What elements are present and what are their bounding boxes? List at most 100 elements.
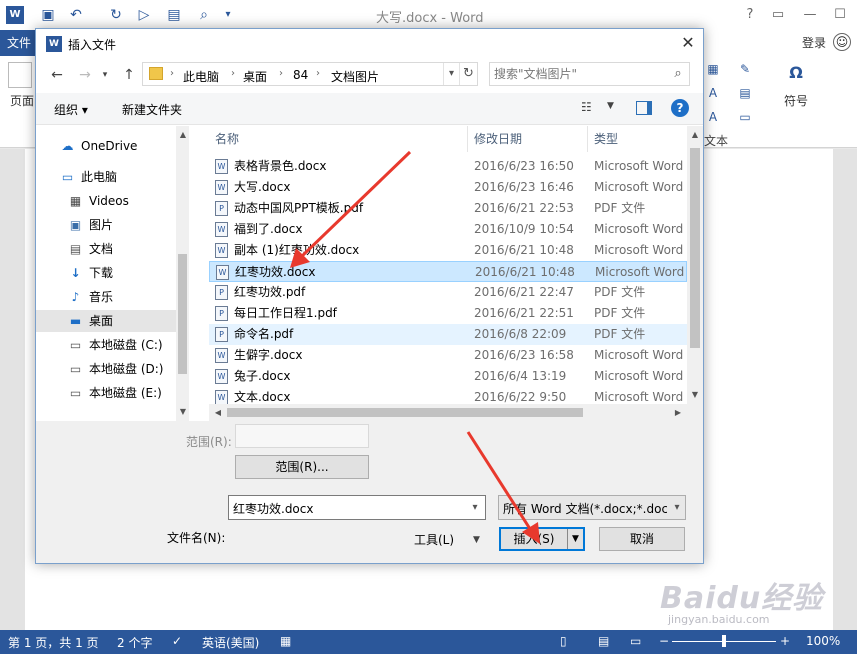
address-bar[interactable]: › 此电脑 › 桌面 › 84 › 文档图片 ▾ ↻: [142, 62, 478, 86]
quick-parts-icon[interactable]: ▦: [704, 60, 722, 78]
tools-button[interactable]: 工具(L): [414, 529, 466, 551]
chevron-right-icon[interactable]: ›: [279, 68, 283, 79]
zoom-thumb[interactable]: [722, 635, 726, 647]
back-icon[interactable]: ←: [48, 66, 66, 84]
nav-item-pictures[interactable]: ▣ 图片: [36, 214, 176, 236]
proofing-icon[interactable]: ✓: [172, 634, 182, 648]
refresh-icon[interactable]: ↻: [459, 63, 477, 85]
touch-mode-icon[interactable]: ▷: [134, 5, 154, 25]
breadcrumb-item[interactable]: 文档图片: [331, 68, 379, 85]
symbol-icon[interactable]: Ω: [783, 60, 809, 86]
nav-item-drive-c[interactable]: ▭ 本地磁盘 (C:): [36, 334, 176, 356]
insert-button-label[interactable]: 插入(S): [501, 529, 567, 549]
close-icon[interactable]: ✕: [677, 32, 699, 54]
tab-file[interactable]: 文件: [0, 30, 38, 56]
filename-combobox[interactable]: ▾: [228, 495, 486, 520]
file-row[interactable]: W 大写.docx 2016/6/23 16:46 Microsoft Word: [209, 177, 687, 198]
chevron-up-icon[interactable]: ▲: [176, 128, 189, 142]
nav-item-onedrive[interactable]: ☁ OneDrive: [36, 135, 176, 157]
help-icon[interactable]: ?: [671, 99, 689, 117]
forward-icon[interactable]: →: [76, 66, 94, 84]
chevron-right-icon[interactable]: ›: [316, 68, 320, 79]
view-options-icon[interactable]: ☷: [581, 100, 592, 114]
layout-icon[interactable]: ▤: [164, 5, 184, 25]
column-header-date[interactable]: 修改日期: [474, 126, 522, 152]
macro-icon[interactable]: ▦: [280, 634, 291, 648]
feedback-smiley-icon[interactable]: ☺: [833, 33, 851, 51]
file-row-selected[interactable]: W 红枣功效.docx 2016/6/21 10:48 Microsoft Wo…: [209, 261, 687, 282]
login-link[interactable]: 登录: [802, 34, 826, 51]
recent-dropdown-icon[interactable]: ▾: [96, 66, 114, 84]
search-box[interactable]: ⌕: [489, 62, 690, 86]
print-preview-icon[interactable]: ⌕: [194, 5, 214, 25]
breadcrumb-item[interactable]: 桌面: [243, 68, 267, 85]
zoom-level[interactable]: 100%: [806, 634, 840, 648]
nav-item-this-pc[interactable]: ▭ 此电脑: [36, 166, 176, 188]
word-count[interactable]: 2 个字: [117, 634, 152, 651]
column-divider[interactable]: [467, 126, 468, 152]
chevron-right-icon[interactable]: ▶: [671, 406, 685, 420]
minimize-icon[interactable]: —: [800, 6, 820, 24]
file-row[interactable]: P 每日工作日程1.pdf 2016/6/21 22:51 PDF 文件: [209, 303, 687, 324]
file-row[interactable]: W 副本 (1)红枣功效.docx 2016/6/21 10:48 Micros…: [209, 240, 687, 261]
breadcrumb-item[interactable]: 84: [293, 68, 308, 82]
object-icon[interactable]: ▭: [736, 108, 754, 126]
file-hscroll-thumb[interactable]: [227, 408, 583, 417]
file-row[interactable]: W 福到了.docx 2016/10/9 10:54 Microsoft Wor…: [209, 219, 687, 240]
chevron-down-icon[interactable]: ▼: [567, 529, 583, 549]
web-layout-icon[interactable]: ▭: [630, 634, 641, 648]
nav-item-drive-d[interactable]: ▭ 本地磁盘 (D:): [36, 358, 176, 380]
nav-item-downloads[interactable]: ↓ 下载: [36, 262, 176, 284]
ribbon-symbol-label[interactable]: 符号: [784, 92, 808, 109]
search-input[interactable]: [494, 65, 664, 83]
customize-qat-icon[interactable]: ▾: [218, 5, 238, 25]
undo-icon[interactable]: ↶: [66, 5, 86, 25]
file-row[interactable]: W 生僻字.docx 2016/6/23 16:58 Microsoft Wor…: [209, 345, 687, 366]
chevron-down-icon[interactable]: ▼: [473, 535, 480, 545]
nav-item-drive-e[interactable]: ▭ 本地磁盘 (E:): [36, 382, 176, 404]
file-row[interactable]: W 兔子.docx 2016/6/4 13:19 Microsoft Word: [209, 366, 687, 387]
nav-item-documents[interactable]: ▤ 文档: [36, 238, 176, 260]
preview-pane-icon[interactable]: [636, 101, 652, 115]
ribbon-display-icon[interactable]: ▭: [768, 6, 788, 24]
file-row[interactable]: P 红枣功效.pdf 2016/6/21 22:47 PDF 文件: [209, 282, 687, 303]
new-folder-button[interactable]: 新建文件夹: [122, 101, 182, 118]
range-button[interactable]: 范围(R)...: [235, 455, 369, 479]
save-icon[interactable]: ▣: [38, 5, 58, 25]
chevron-down-icon[interactable]: ▼: [688, 388, 702, 402]
read-mode-icon[interactable]: ▯: [560, 634, 567, 648]
chevron-left-icon[interactable]: ◀: [211, 406, 225, 420]
column-divider[interactable]: [587, 126, 588, 152]
chevron-down-icon[interactable]: ▾: [465, 496, 485, 519]
wordart-icon[interactable]: A: [704, 84, 722, 102]
signature-line-icon[interactable]: ✎: [736, 60, 754, 78]
filetype-select[interactable]: 所有 Word 文档(*.docx;*.docm ▾: [498, 495, 686, 520]
column-header-name[interactable]: 名称: [215, 126, 239, 152]
file-row[interactable]: P 命令名.pdf 2016/6/8 22:09 PDF 文件: [209, 324, 687, 345]
up-icon[interactable]: ↑: [120, 66, 138, 84]
breadcrumb-item[interactable]: 此电脑: [183, 68, 219, 85]
column-header-type[interactable]: 类型: [594, 126, 618, 152]
nav-item-desktop[interactable]: ▬ 桌面: [36, 310, 176, 332]
print-layout-icon[interactable]: ▤: [598, 634, 609, 648]
date-time-icon[interactable]: ▤: [736, 84, 754, 102]
file-horizontal-scrollbar[interactable]: ◀ ▶: [209, 404, 703, 421]
page-icon[interactable]: [8, 62, 32, 88]
file-row[interactable]: P 动态中国风PPT模板.pdf 2016/6/21 22:53 PDF 文件: [209, 198, 687, 219]
chevron-down-icon[interactable]: ▾: [669, 496, 685, 519]
help-icon[interactable]: ?: [740, 6, 760, 24]
nav-item-videos[interactable]: ▦ Videos: [36, 190, 176, 212]
language-indicator[interactable]: 英语(美国): [202, 634, 259, 651]
zoom-in-icon[interactable]: +: [780, 634, 790, 648]
nav-scrollbar[interactable]: ▲ ▼: [176, 126, 189, 421]
redo-icon[interactable]: ↻: [106, 5, 126, 25]
cancel-button[interactable]: 取消: [599, 527, 685, 551]
chevron-right-icon[interactable]: ›: [231, 68, 235, 79]
chevron-down-icon[interactable]: ▼: [607, 101, 614, 111]
filename-input[interactable]: [233, 499, 461, 517]
chevron-down-icon[interactable]: ▼: [176, 405, 189, 419]
file-row[interactable]: W 表格背景色.docx 2016/6/23 16:50 Microsoft W…: [209, 156, 687, 177]
nav-scroll-thumb[interactable]: [178, 254, 187, 374]
dropcap-icon[interactable]: A: [704, 108, 722, 126]
search-icon[interactable]: ⌕: [670, 66, 686, 82]
